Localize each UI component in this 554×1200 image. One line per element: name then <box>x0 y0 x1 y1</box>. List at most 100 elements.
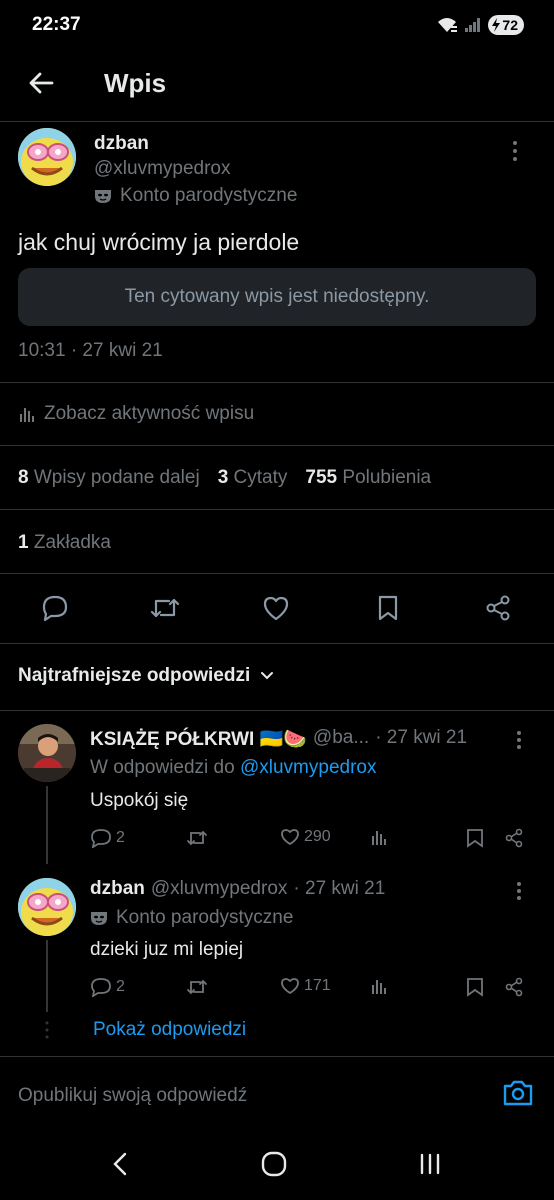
replies-sort-dropdown[interactable]: Najtrafniejsze odpowiedzi <box>18 665 274 687</box>
parody-label: Konto parodystyczne <box>90 907 293 929</box>
signal-icon <box>464 17 482 33</box>
quotes-stat[interactable]: 3 Cytaty <box>218 467 288 489</box>
retweet-icon <box>186 828 208 848</box>
reply-reply-button[interactable]: 2 <box>90 828 125 848</box>
reply-text: Uspokój się <box>90 790 189 811</box>
more-options-icon[interactable] <box>516 881 522 901</box>
bookmarks-count: 1 <box>18 532 29 553</box>
share-icon <box>504 828 524 848</box>
camera-icon[interactable] <box>502 1078 534 1108</box>
reply-icon[interactable] <box>37 590 73 626</box>
author-name[interactable]: dzban <box>94 133 149 155</box>
show-replies-link[interactable]: Pokaż odpowiedzi <box>93 1019 246 1041</box>
replying-to: W odpowiedzi do @xluvmypedrox <box>90 757 376 779</box>
mask-icon <box>94 188 112 204</box>
battery-level: 72 <box>502 17 518 33</box>
replying-to-handle[interactable]: @xluvmypedrox <box>240 757 377 778</box>
nav-recents-button[interactable] <box>410 1146 450 1182</box>
parody-label-text: Konto parodystyczne <box>116 907 294 928</box>
reply-bookmark-button[interactable] <box>466 977 484 997</box>
retweets-count: 8 <box>18 467 29 488</box>
reply-header: KSIĄŻĘ PÓŁKRWI 🇺🇦🍉 @ba... · 27 kwi 21 <box>90 727 467 751</box>
more-options-icon[interactable] <box>516 730 522 750</box>
likes-stat[interactable]: 755 Polubienia <box>305 467 431 489</box>
like-icon <box>280 977 300 995</box>
analytics-icon <box>370 828 388 846</box>
reply-share-button[interactable] <box>504 828 524 848</box>
nav-home-button[interactable] <box>254 1146 294 1182</box>
reply-header: dzban @xluvmypedrox · 27 kwi 21 <box>90 878 385 900</box>
status-time: 22:37 <box>32 14 81 35</box>
reply-views-button[interactable] <box>370 828 388 846</box>
quote-unavailable-box: Ten cytowany wpis jest niedostępny. <box>18 268 536 326</box>
avatar[interactable] <box>18 724 76 782</box>
retweets-stat[interactable]: 8 Wpisy podane dalej <box>18 467 200 489</box>
reply-share-button[interactable] <box>504 977 524 997</box>
reply-retweet-button[interactable] <box>186 828 212 848</box>
back-button[interactable] <box>22 64 60 102</box>
like-count: 171 <box>304 977 331 994</box>
divider <box>0 710 554 711</box>
timestamp: 10:31 · 27 kwi 21 <box>18 340 163 361</box>
nav-back-button[interactable] <box>100 1146 140 1182</box>
reply-author-name[interactable]: KSIĄŻĘ PÓŁKRWI 🇺🇦🍉 <box>90 727 307 751</box>
bookmarks-stat[interactable]: 1 Zakładka <box>18 532 111 554</box>
avatar[interactable] <box>18 878 76 936</box>
divider <box>0 573 554 574</box>
retweet-icon[interactable] <box>147 590 183 626</box>
divider <box>0 1056 554 1057</box>
bookmarks-label: Zakładka <box>33 532 111 553</box>
battery-icon: 72 <box>488 15 524 35</box>
bookmark-icon[interactable] <box>370 590 406 626</box>
like-icon[interactable] <box>258 590 294 626</box>
reply-like-button[interactable]: 171 <box>280 977 331 995</box>
likes-count: 755 <box>305 467 338 488</box>
recents-icon <box>418 1153 442 1175</box>
page-title: Wpis <box>104 68 167 98</box>
author-handle[interactable]: @xluvmypedrox <box>94 158 231 180</box>
more-options-icon[interactable] <box>512 140 518 162</box>
reply-icon <box>90 977 112 997</box>
reply-retweet-button[interactable] <box>186 977 212 997</box>
thread-dots <box>45 1020 49 1040</box>
likes-label: Polubienia <box>342 467 432 488</box>
reply-author-handle[interactable]: @ba... <box>313 727 369 751</box>
reply-like-button[interactable]: 290 <box>280 828 331 846</box>
tweet-text: jak chuj wrócimy ja pierdole <box>18 229 300 255</box>
divider <box>0 509 554 510</box>
avatar[interactable] <box>18 128 76 186</box>
reply-icon <box>90 828 112 848</box>
quote-unavailable-text: Ten cytowany wpis jest niedostępny. <box>124 286 430 307</box>
arrow-left-icon <box>28 71 54 95</box>
reply-count: 2 <box>116 978 125 995</box>
header-divider <box>0 121 554 122</box>
reply-compose-input[interactable]: Opublikuj swoją odpowiedź <box>18 1085 247 1107</box>
reply-text: dzieki juz mi lepiej <box>90 939 244 960</box>
quotes-label: Cytaty <box>233 467 288 488</box>
home-circle-icon <box>261 1151 287 1177</box>
engagement-stats: 8 Wpisy podane dalej 3 Cytaty 755 Polubi… <box>18 467 431 489</box>
view-activity-link[interactable]: Zobacz aktywność wpisu <box>18 403 254 425</box>
thread-line <box>46 786 48 864</box>
reply-count: 2 <box>116 829 125 846</box>
share-icon <box>504 977 524 997</box>
mask-icon <box>90 910 108 926</box>
reply-reply-button[interactable]: 2 <box>90 977 125 997</box>
reply-views-button[interactable] <box>370 977 388 995</box>
thread-line <box>46 940 48 1012</box>
wifi-icon <box>436 16 458 34</box>
replying-to-label: W odpowiedzi do <box>90 757 235 778</box>
analytics-icon <box>18 405 36 423</box>
like-count: 290 <box>304 828 331 845</box>
share-icon[interactable] <box>480 590 516 626</box>
reply-date: · 27 kwi 21 <box>375 727 468 748</box>
reply-author-name[interactable]: dzban <box>90 878 145 900</box>
status-icons: 72 <box>436 15 524 35</box>
reply-bookmark-button[interactable] <box>466 828 484 848</box>
parody-label-text: Konto parodystyczne <box>120 185 298 206</box>
parody-label: Konto parodystyczne <box>94 185 297 207</box>
bookmark-icon <box>466 977 484 997</box>
reply-author-handle[interactable]: @xluvmypedrox <box>151 878 288 900</box>
replies-sort-label: Najtrafniejsze odpowiedzi <box>18 665 251 686</box>
reply-date: · 27 kwi 21 <box>293 878 386 899</box>
